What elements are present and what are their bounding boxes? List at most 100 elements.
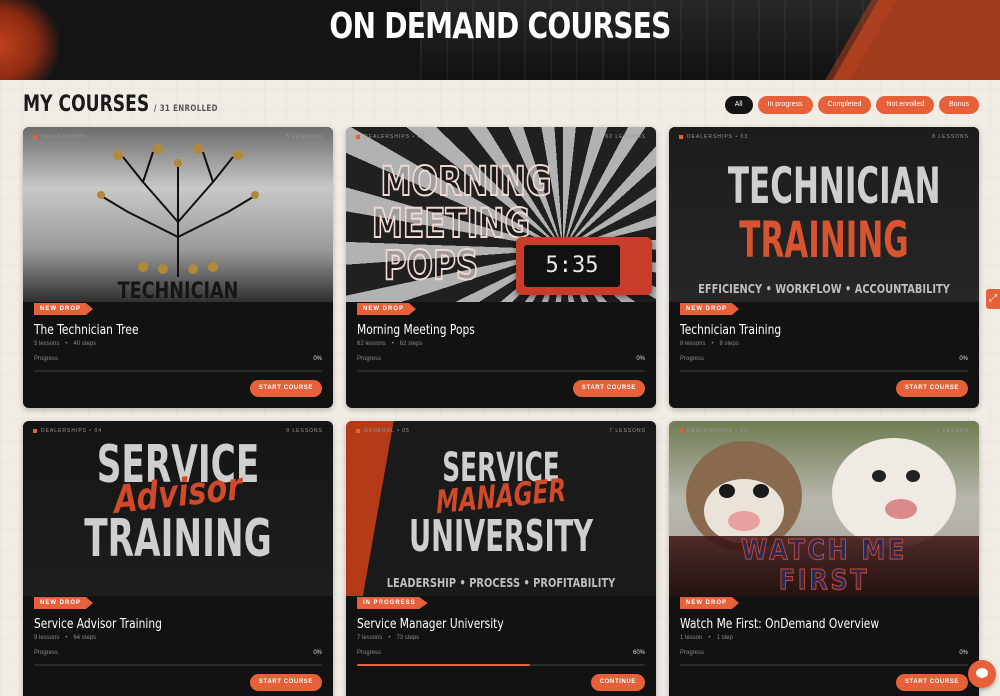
course-card[interactable]: SERVICE MANAGER UNIVERSITY LEADERSHIP • … xyxy=(346,421,656,696)
course-meta: DEALERSHIPS • 02 62 LESSONS xyxy=(356,134,646,140)
progress-bar xyxy=(357,370,645,372)
lessons-text: 9 lessons xyxy=(34,635,60,641)
course-title[interactable]: Service Manager University xyxy=(357,617,504,632)
course-stats: 1 lesson • 1 step xyxy=(680,635,733,641)
progress-label: Progress xyxy=(680,650,705,656)
progress-label: Progress xyxy=(34,356,59,362)
course-meta: DEALERSHIPS 5 LESSONS xyxy=(33,134,323,140)
progress-bar xyxy=(357,664,645,666)
progress-value: 0% xyxy=(313,650,322,656)
progress-value: 0% xyxy=(636,356,645,362)
course-category: DEALERSHIPS • 03 xyxy=(687,134,749,140)
course-category: DEALERSHIPS • 02 xyxy=(364,134,426,140)
course-category: DEALERSHIPS xyxy=(41,134,88,140)
enrolled-count: / 31 ENROLLED xyxy=(153,104,218,114)
course-card[interactable]: WATCH ME FIRST DEALERSHIPS • 06 1 LESSON… xyxy=(669,421,979,696)
course-title[interactable]: Service Advisor Training xyxy=(34,617,162,632)
course-title[interactable]: Technician Training xyxy=(680,323,781,338)
hero-decoration xyxy=(0,0,60,80)
course-stats: 7 lessons • 73 steps xyxy=(357,635,420,641)
progress-bar xyxy=(34,370,322,372)
course-card[interactable]: TECHNICIAN DEALERSHIPS 5 LESSONS NEW DRO… xyxy=(23,127,333,408)
expand-icon[interactable]: ⤢ xyxy=(986,289,1000,309)
course-thumbnail[interactable]: WATCH ME FIRST xyxy=(669,421,979,596)
tree-illustration xyxy=(97,144,259,277)
clock-time: 5:35 xyxy=(524,245,620,287)
thumbnail-text: MORNING xyxy=(380,158,553,206)
course-lesson-count: 1 LESSON xyxy=(936,428,969,434)
filter-bar: All In progress Completed Not enrolled B… xyxy=(724,96,979,114)
filter-all[interactable]: All xyxy=(724,96,753,114)
course-thumbnail[interactable]: MORNING MEETING POPS 5:35 xyxy=(346,127,656,302)
course-title[interactable]: The Technician Tree xyxy=(34,323,139,338)
course-thumbnail[interactable]: TECHNICIAN TRAINING EFFICIENCY • WORKFLO… xyxy=(669,127,979,302)
course-thumbnail[interactable]: TECHNICIAN xyxy=(23,127,333,302)
course-title[interactable]: Morning Meeting Pops xyxy=(357,323,475,338)
lessons-text: 5 lessons xyxy=(34,341,60,347)
filter-bonus[interactable]: Bonus xyxy=(939,96,979,114)
continue-button[interactable]: CONTINUE xyxy=(590,674,645,691)
progress-label: Progress xyxy=(680,356,705,362)
steps-text: 62 steps xyxy=(399,341,423,347)
course-category: DEALERSHIPS • 06 xyxy=(687,428,749,434)
course-stats: 8 lessons • 8 steps xyxy=(680,341,739,347)
course-lesson-count: 9 LESSONS xyxy=(286,428,323,434)
hero-title: ON DEMAND COURSES xyxy=(329,6,671,47)
start-course-button[interactable]: START COURSE xyxy=(895,380,968,397)
thumbnail-tagline: LEADERSHIP • PROCESS • PROFITABILITY xyxy=(386,576,616,590)
lessons-text: 62 lessons xyxy=(357,341,386,347)
progress-value: 0% xyxy=(959,356,968,362)
course-category: DEALERSHIPS • 04 xyxy=(41,428,103,434)
start-course-button[interactable]: START COURSE xyxy=(249,380,322,397)
lessons-text: 8 lessons xyxy=(680,341,706,347)
course-meta: GENERAL • 05 7 LESSONS xyxy=(356,428,646,434)
hero-banner: ON DEMAND COURSES xyxy=(0,0,1000,80)
steps-text: 8 steps xyxy=(719,341,739,347)
alarm-clock-illustration: 5:35 xyxy=(516,237,652,295)
course-stats: 5 lessons • 40 steps xyxy=(34,341,97,347)
progress-label: Progress xyxy=(357,356,382,362)
thumbnail-text: TRAINING xyxy=(739,211,909,269)
course-card[interactable]: TECHNICIAN TRAINING EFFICIENCY • WORKFLO… xyxy=(669,127,979,408)
section-title-text: MY COURSES xyxy=(23,92,150,117)
thumbnail-text: TECHNICIAN xyxy=(117,279,239,302)
progress-fill xyxy=(357,664,530,666)
filter-not-enrolled[interactable]: Not enrolled xyxy=(876,96,935,114)
steps-text: 64 steps xyxy=(73,635,97,641)
progress-value: 0% xyxy=(959,650,968,656)
status-badge: NEW DROP xyxy=(680,303,739,315)
course-card[interactable]: SERVICE Advisor TRAINING DEALERSHIPS • 0… xyxy=(23,421,333,696)
course-stats: 62 lessons • 62 steps xyxy=(357,341,423,347)
steps-text: 73 steps xyxy=(396,635,420,641)
progress-bar xyxy=(34,664,322,666)
course-meta: DEALERSHIPS • 04 9 LESSONS xyxy=(33,428,323,434)
steps-text: 40 steps xyxy=(73,341,97,347)
start-course-button[interactable]: START COURSE xyxy=(572,380,645,397)
status-badge: NEW DROP xyxy=(680,597,739,609)
thumbnail-text: FIRST xyxy=(778,563,870,597)
progress-label: Progress xyxy=(357,650,382,656)
progress-value: 0% xyxy=(313,356,322,362)
course-title[interactable]: Watch Me First: OnDemand Overview xyxy=(680,617,879,632)
course-meta: DEALERSHIPS • 06 1 LESSON xyxy=(679,428,969,434)
progress-bar xyxy=(680,370,968,372)
thumbnail-text: UNIVERSITY xyxy=(408,511,594,562)
course-stats: 9 lessons • 64 steps xyxy=(34,635,97,641)
chat-icon[interactable] xyxy=(968,660,996,688)
thumbnail-text: TECHNICIAN xyxy=(727,157,941,215)
thumbnail-tagline: EFFICIENCY • WORKFLOW • ACCOUNTABILITY xyxy=(698,282,950,296)
start-course-button[interactable]: START COURSE xyxy=(895,674,968,691)
start-course-button[interactable]: START COURSE xyxy=(249,674,322,691)
course-card[interactable]: MORNING MEETING POPS 5:35 DEALERSHIPS • … xyxy=(346,127,656,408)
lessons-text: 7 lessons xyxy=(357,635,383,641)
status-badge: NEW DROP xyxy=(357,303,416,315)
course-meta: DEALERSHIPS • 03 8 LESSONS xyxy=(679,134,969,140)
course-lesson-count: 8 LESSONS xyxy=(932,134,969,140)
course-thumbnail[interactable]: SERVICE MANAGER UNIVERSITY LEADERSHIP • … xyxy=(346,421,656,596)
course-thumbnail[interactable]: SERVICE Advisor TRAINING xyxy=(23,421,333,596)
course-lesson-count: 7 LESSONS xyxy=(609,428,646,434)
thumbnail-text: TRAINING xyxy=(84,509,272,569)
filter-completed[interactable]: Completed xyxy=(817,96,872,114)
status-badge: IN PROGRESS xyxy=(357,597,428,609)
filter-in-progress[interactable]: In progress xyxy=(757,96,813,114)
